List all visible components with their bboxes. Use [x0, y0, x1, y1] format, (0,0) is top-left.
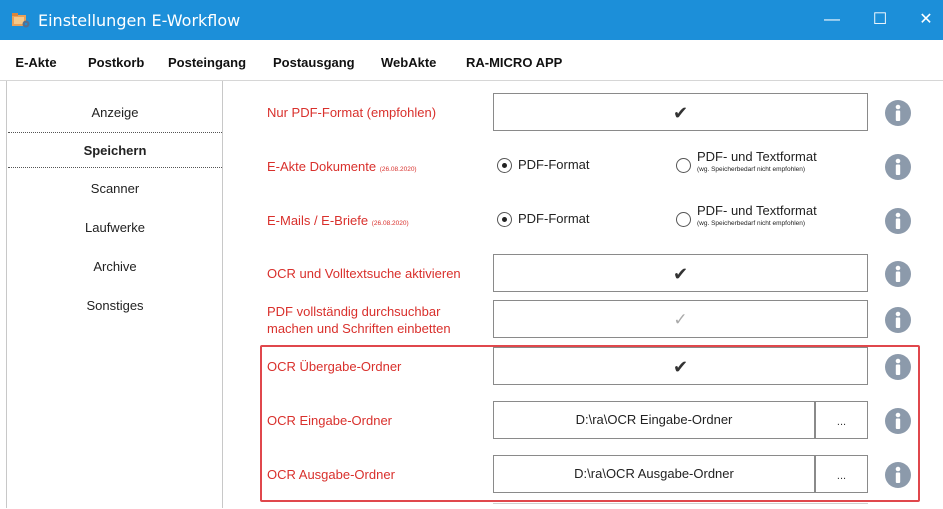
radio-label: PDF- und Textformat	[697, 203, 817, 218]
tab-bar: E-Akte Postkorb Posteingang Postausgang …	[0, 40, 943, 83]
info-icon[interactable]	[885, 408, 911, 434]
radio-note: (wg. Speicherbedarf nicht empfohlen)	[697, 166, 806, 173]
emails-label-text: E-Mails / E-Briefe	[267, 213, 369, 228]
eakte-docs-label: E-Akte Dokumente (26.08.2020)	[267, 158, 417, 178]
close-button[interactable]: ✕	[903, 0, 943, 40]
tab-e-akte[interactable]: E-Akte	[8, 40, 64, 83]
emails-radio-group: PDF-Format PDF- und Textformat (wg. Spei…	[493, 202, 873, 238]
tab-webakte[interactable]: WebAkte	[381, 40, 436, 80]
info-icon[interactable]	[885, 462, 911, 488]
sidebar-item-scanner[interactable]: Scanner	[8, 171, 222, 207]
tab-ra-micro-app[interactable]: RA-MICRO APP	[466, 40, 562, 80]
eakte-docs-label-text: E-Akte Dokumente	[267, 159, 377, 174]
radio-unselected-icon	[676, 212, 691, 227]
info-icon[interactable]	[885, 307, 911, 333]
emails-date: (26.08.2020)	[371, 220, 409, 227]
window-title: Einstellungen E-Workflow	[38, 11, 241, 30]
emails-label: E-Mails / E-Briefe (26.08.2020)	[267, 212, 409, 232]
radio-label: PDF-Format	[518, 157, 590, 172]
sidebar-item-anzeige[interactable]: Anzeige	[8, 95, 222, 131]
radio-selected-icon	[497, 212, 512, 227]
tab-postkorb[interactable]: Postkorb	[88, 40, 144, 80]
sidebar-item-laufwerke[interactable]: Laufwerke	[8, 210, 222, 246]
sidebar-item-sonstiges[interactable]: Sonstiges	[8, 288, 222, 324]
info-icon[interactable]	[885, 154, 911, 180]
title-bar: Einstellungen E-Workflow — ☐ ✕	[0, 0, 943, 40]
pdf-searchable-label: PDF vollständig durchsuchbar machen und …	[267, 303, 451, 337]
tab-posteingang[interactable]: Posteingang	[168, 40, 246, 80]
pdf-searchable-label-line1: PDF vollständig durchsuchbar	[267, 304, 441, 319]
eakte-docs-date: (26.08.2020)	[379, 166, 417, 173]
highlight-frame	[260, 345, 920, 502]
info-icon[interactable]	[885, 100, 911, 126]
ocr-fulltext-label: OCR und Volltextsuche aktivieren	[267, 266, 461, 281]
checkmark-outline-icon: ✓	[673, 310, 688, 329]
pdf-searchable-label-line2: machen und Schriften einbetten	[267, 321, 451, 336]
eakte-docs-radio-group: PDF-Format PDF- und Textformat (wg. Spei…	[493, 148, 873, 184]
sidebar-left-border	[6, 81, 7, 508]
radio-label: PDF- und Textformat	[697, 149, 817, 164]
info-icon[interactable]	[885, 208, 911, 234]
tab-postausgang[interactable]: Postausgang	[273, 40, 355, 80]
ocr-fulltext-checkbox[interactable]: ✔	[493, 254, 868, 292]
radio-label: PDF-Format	[518, 211, 590, 226]
maximize-button[interactable]: ☐	[857, 0, 903, 40]
next-row-edge	[493, 503, 868, 509]
checkmark-icon: ✔	[672, 264, 689, 284]
info-icon[interactable]	[885, 354, 911, 380]
checkmark-icon: ✔	[672, 103, 689, 123]
sidebar-item-speichern[interactable]: Speichern	[8, 132, 222, 168]
pdf-searchable-checkbox[interactable]: ✓	[493, 300, 868, 338]
radio-unselected-icon	[676, 158, 691, 173]
sidebar-item-archive[interactable]: Archive	[8, 249, 222, 285]
info-icon[interactable]	[885, 261, 911, 287]
radio-note: (wg. Speicherbedarf nicht empfohlen)	[697, 220, 806, 227]
radio-selected-icon	[497, 158, 512, 173]
pdf-only-checkbox[interactable]: ✔	[493, 93, 868, 131]
minimize-button[interactable]: —	[809, 0, 855, 40]
sidebar-divider	[222, 81, 223, 508]
folder-gear-icon	[12, 13, 30, 28]
pdf-only-label: Nur PDF-Format (empfohlen)	[267, 105, 437, 120]
